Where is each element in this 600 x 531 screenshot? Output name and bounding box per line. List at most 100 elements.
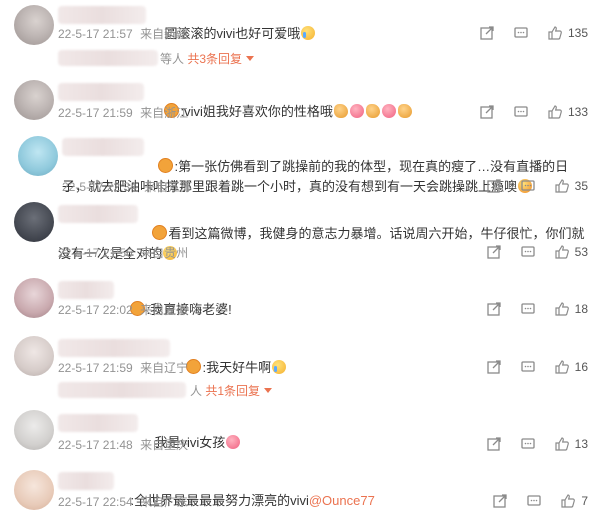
- username-blurred[interactable]: [58, 83, 144, 101]
- comment-item: :全世界最最最最努力漂亮的vivi@Ounce77 22-5-17 22:54 …: [0, 466, 600, 519]
- like-count: 133: [567, 105, 588, 119]
- cheer-icon: [397, 104, 412, 118]
- username-blurred[interactable]: [58, 339, 170, 357]
- comment-time: 22-5-17 21:59: [58, 106, 133, 120]
- comment-item: 圆滚滚的vivi也好可爱哦 22-5-17 21:57 来自新疆 135 等人 …: [0, 0, 600, 88]
- comment-actions: 13: [486, 435, 588, 453]
- share-button[interactable]: [479, 25, 495, 41]
- username-blurred[interactable]: [58, 472, 114, 490]
- reply-users-blurred: [58, 382, 186, 398]
- comment-button[interactable]: [520, 178, 536, 194]
- like-button[interactable]: 35: [554, 178, 588, 194]
- share-button[interactable]: [486, 301, 502, 317]
- comment-bubble-icon: [513, 104, 529, 120]
- comment-actions: 135: [479, 24, 588, 42]
- share-icon: [486, 436, 502, 452]
- comment-button[interactable]: [526, 493, 542, 509]
- comment-meta: 22-5-17 21:48 来自重庆: [58, 437, 188, 453]
- reply-summary: 人 共1条回复: [190, 383, 273, 399]
- comment-time: 22-5-17 22:34: [62, 180, 137, 194]
- comment-location: 来自重庆: [140, 438, 189, 452]
- share-button[interactable]: [479, 104, 495, 120]
- comment-button[interactable]: [520, 359, 536, 375]
- avatar[interactable]: [14, 5, 54, 45]
- avatar[interactable]: [14, 410, 54, 450]
- like-button[interactable]: 133: [547, 104, 588, 120]
- like-count: 7: [581, 494, 588, 508]
- comment-button[interactable]: [520, 244, 536, 260]
- like-button[interactable]: 7: [560, 493, 588, 509]
- comment-bubble-icon: [520, 359, 536, 375]
- avatar[interactable]: [14, 278, 54, 318]
- share-button[interactable]: [486, 244, 502, 260]
- avatar[interactable]: [14, 80, 54, 120]
- reply-summary: 等人 共3条回复: [160, 51, 255, 67]
- view-replies-link[interactable]: 共1条回复: [205, 384, 273, 398]
- share-button[interactable]: [486, 436, 502, 452]
- comment-meta: 22-5-17 22:02 来自安徽: [58, 302, 188, 318]
- comment-bubble-icon: [520, 436, 536, 452]
- comment-location: 来自江苏: [144, 180, 193, 194]
- like-count: 53: [574, 245, 588, 259]
- share-icon: [486, 301, 502, 317]
- comment-meta: 22-5-17 22:34 来自江苏: [62, 179, 192, 195]
- thumbs-up-icon: [554, 359, 570, 375]
- share-button[interactable]: [486, 178, 502, 194]
- comment-meta: 22-5-17 21:57 来自新疆: [58, 26, 188, 42]
- avatar[interactable]: [14, 202, 54, 242]
- comment-actions: 7: [492, 492, 588, 510]
- share-button[interactable]: [492, 493, 508, 509]
- crying-face-icon: [301, 26, 316, 40]
- comment-bubble-icon: [520, 178, 536, 194]
- comment-location: 来自辽宁: [140, 361, 189, 375]
- chevron-down-icon: [264, 388, 273, 393]
- comment-location: 来自新疆: [140, 27, 189, 41]
- comment-location: 来自安徽: [140, 303, 189, 317]
- comment-button[interactable]: [513, 104, 529, 120]
- share-button[interactable]: [486, 359, 502, 375]
- thumbs-up-icon: [554, 244, 570, 260]
- comment-item: 看到这篇微博，我健身的意志力暴增。话说周六开始，牛仔很忙，你们就没有一次是全对的…: [0, 200, 600, 266]
- thumbs-up-icon: [554, 178, 570, 194]
- like-count: 16: [574, 360, 588, 374]
- comment-actions: 133: [479, 103, 588, 121]
- comment-actions: 16: [486, 358, 588, 376]
- comment-location: 来自浙江: [140, 106, 189, 120]
- comment-button[interactable]: [520, 436, 536, 452]
- avatar[interactable]: [18, 136, 58, 176]
- comment-item: :第一张仿佛看到了跳操前的我的体型，现在真的瘦了…没有直播的日子，就去肥油咔咔撑…: [0, 134, 600, 200]
- comment-item: 我是vivi女孩 22-5-17 21:48 来自重庆 13: [0, 410, 600, 460]
- like-button[interactable]: 53: [554, 244, 588, 260]
- comment-time: 22-5-17 21:56: [58, 246, 133, 260]
- comment-meta: 22-5-17 21:59 来自辽宁: [58, 360, 188, 376]
- share-icon: [492, 493, 508, 509]
- avatar[interactable]: [14, 336, 54, 376]
- username-blurred[interactable]: [58, 281, 114, 299]
- username-blurred[interactable]: [58, 6, 146, 24]
- comment-meta: 22-5-17 21:59 来自浙江: [58, 105, 188, 121]
- view-replies-link[interactable]: 共3条回复: [187, 52, 255, 66]
- comment-bubble-icon: [526, 493, 542, 509]
- chevron-down-icon: [246, 56, 255, 61]
- fan-badge-icon: [158, 158, 174, 173]
- like-button[interactable]: 13: [554, 436, 588, 452]
- comment-time: 22-5-17 21:59: [58, 361, 133, 375]
- comment-time: 22-5-17 22:54: [58, 495, 133, 509]
- comment-meta: 22-5-17 22:54 来自广东: [58, 494, 188, 510]
- avatar[interactable]: [14, 470, 54, 510]
- like-button[interactable]: 135: [547, 25, 588, 41]
- comment-button[interactable]: [520, 301, 536, 317]
- comment-button[interactable]: [513, 25, 529, 41]
- cheer-icon: [333, 104, 348, 118]
- comment-location: 来自贵州: [140, 246, 189, 260]
- like-count: 135: [567, 26, 588, 40]
- like-button[interactable]: 18: [554, 301, 588, 317]
- username-blurred[interactable]: [58, 414, 138, 432]
- thumbs-up-icon: [554, 436, 570, 452]
- like-button[interactable]: 16: [554, 359, 588, 375]
- share-icon: [486, 244, 502, 260]
- comment-item: :我天好牛啊 22-5-17 21:59 来自辽宁 16 人 共1条回复: [0, 334, 600, 404]
- mention-link[interactable]: @Ounce77: [309, 493, 375, 508]
- crying-face-icon: [272, 360, 287, 374]
- like-count: 18: [574, 302, 588, 316]
